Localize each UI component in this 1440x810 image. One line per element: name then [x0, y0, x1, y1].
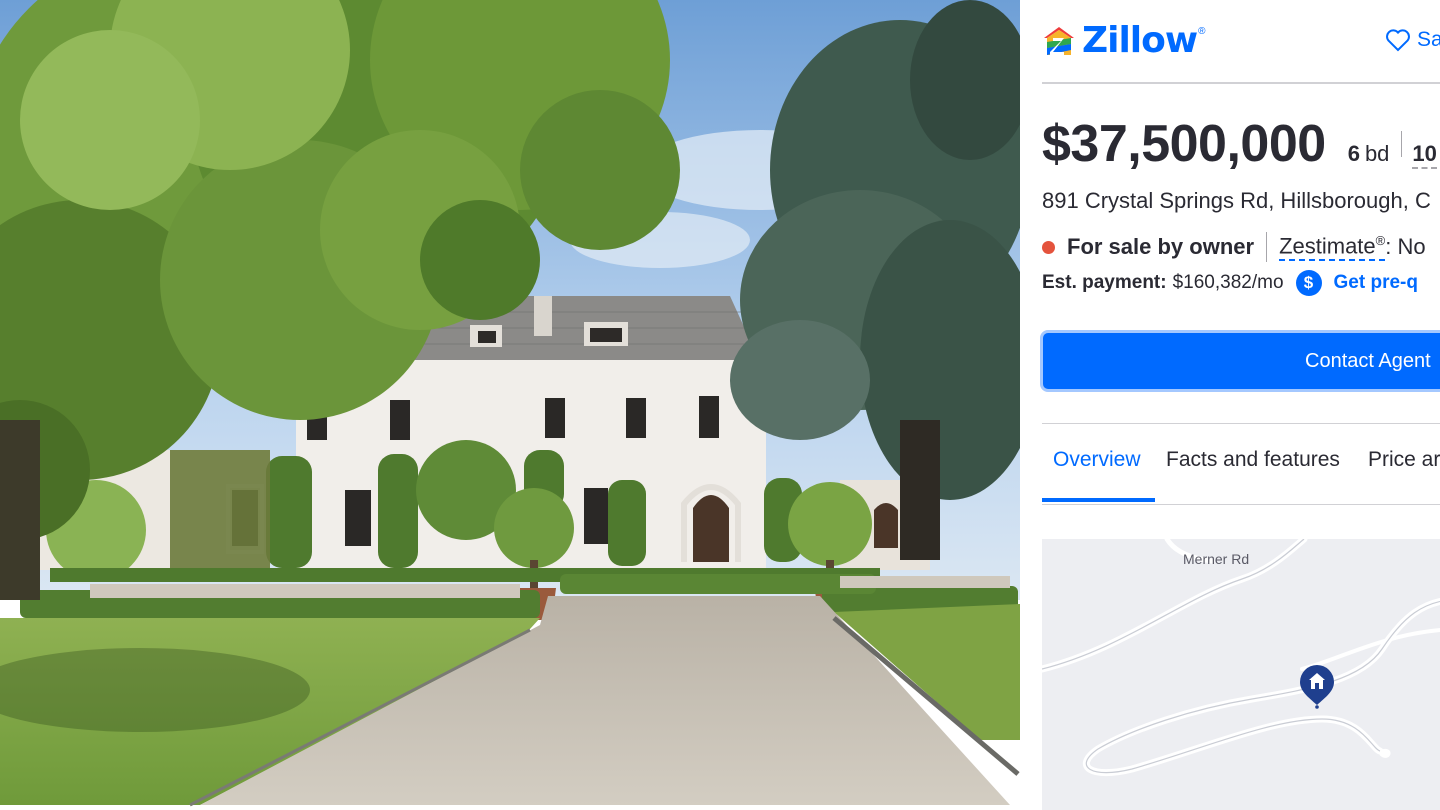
listing-details-panel: Zillow ® Sa $37,500,000 6 bd 10 891 Crys…	[1020, 0, 1440, 810]
tab-price-history[interactable]: Price ar	[1368, 448, 1440, 498]
payment-value: $160,382/mo	[1172, 272, 1284, 293]
stat-divider	[1401, 131, 1403, 157]
zestimate-link[interactable]: Zestimate®	[1279, 232, 1386, 262]
zillow-house-icon	[1044, 26, 1074, 55]
zestimate-label: Zestimate	[1279, 233, 1376, 259]
status-divider	[1266, 232, 1268, 262]
map-roads	[1042, 539, 1440, 776]
zestimate-value: : No	[1385, 234, 1426, 259]
listing-address: 891 Crystal Springs Rd, Hillsborough, C	[1042, 188, 1431, 213]
contact-agent-label: Contact Agent	[1305, 350, 1431, 372]
map-road-label: Merner Rd	[1183, 551, 1250, 567]
listing-photo[interactable]	[0, 0, 1020, 810]
tabs-divider	[1042, 504, 1440, 505]
header-divider	[1042, 82, 1440, 84]
section-divider	[1042, 423, 1440, 424]
zillow-logo[interactable]: Zillow ®	[1042, 20, 1206, 61]
brand-name: Zillow	[1082, 20, 1198, 61]
prequalify-link[interactable]: Get pre-q	[1334, 272, 1418, 294]
payment-row: Est. payment: $160,382/mo $ Get pre-q	[1042, 270, 1418, 296]
payment-label: Est. payment:	[1042, 272, 1167, 293]
active-tab-indicator	[1042, 498, 1155, 502]
price-row: $37,500,000 6 bd 10	[1042, 114, 1437, 174]
zestimate-registered-mark: ®	[1375, 232, 1386, 248]
tab-overview[interactable]: Overview	[1053, 448, 1141, 498]
beds-unit: bd	[1364, 141, 1390, 166]
beds-count: 6	[1347, 141, 1360, 166]
brand-registered-mark: ®	[1198, 26, 1206, 37]
dollar-icon[interactable]: $	[1295, 270, 1322, 296]
heart-icon	[1386, 29, 1410, 52]
baths-count[interactable]: 10	[1412, 141, 1437, 169]
save-label: Sa	[1417, 28, 1440, 51]
save-button[interactable]: Sa	[1385, 28, 1440, 52]
tab-facts-and-features[interactable]: Facts and features	[1166, 448, 1340, 498]
top-header: Zillow ® Sa	[1042, 16, 1440, 82]
listing-price: $37,500,000	[1042, 115, 1326, 173]
home-marker-icon[interactable]	[1300, 665, 1334, 709]
contact-agent-button[interactable]: Contact Agent	[1040, 330, 1440, 392]
status-row: For sale by owner Zestimate® : No	[1042, 232, 1426, 262]
location-map[interactable]: Merner Rd	[1042, 539, 1440, 810]
status-dot-icon	[1042, 240, 1055, 254]
listing-status: For sale by owner	[1067, 234, 1255, 259]
